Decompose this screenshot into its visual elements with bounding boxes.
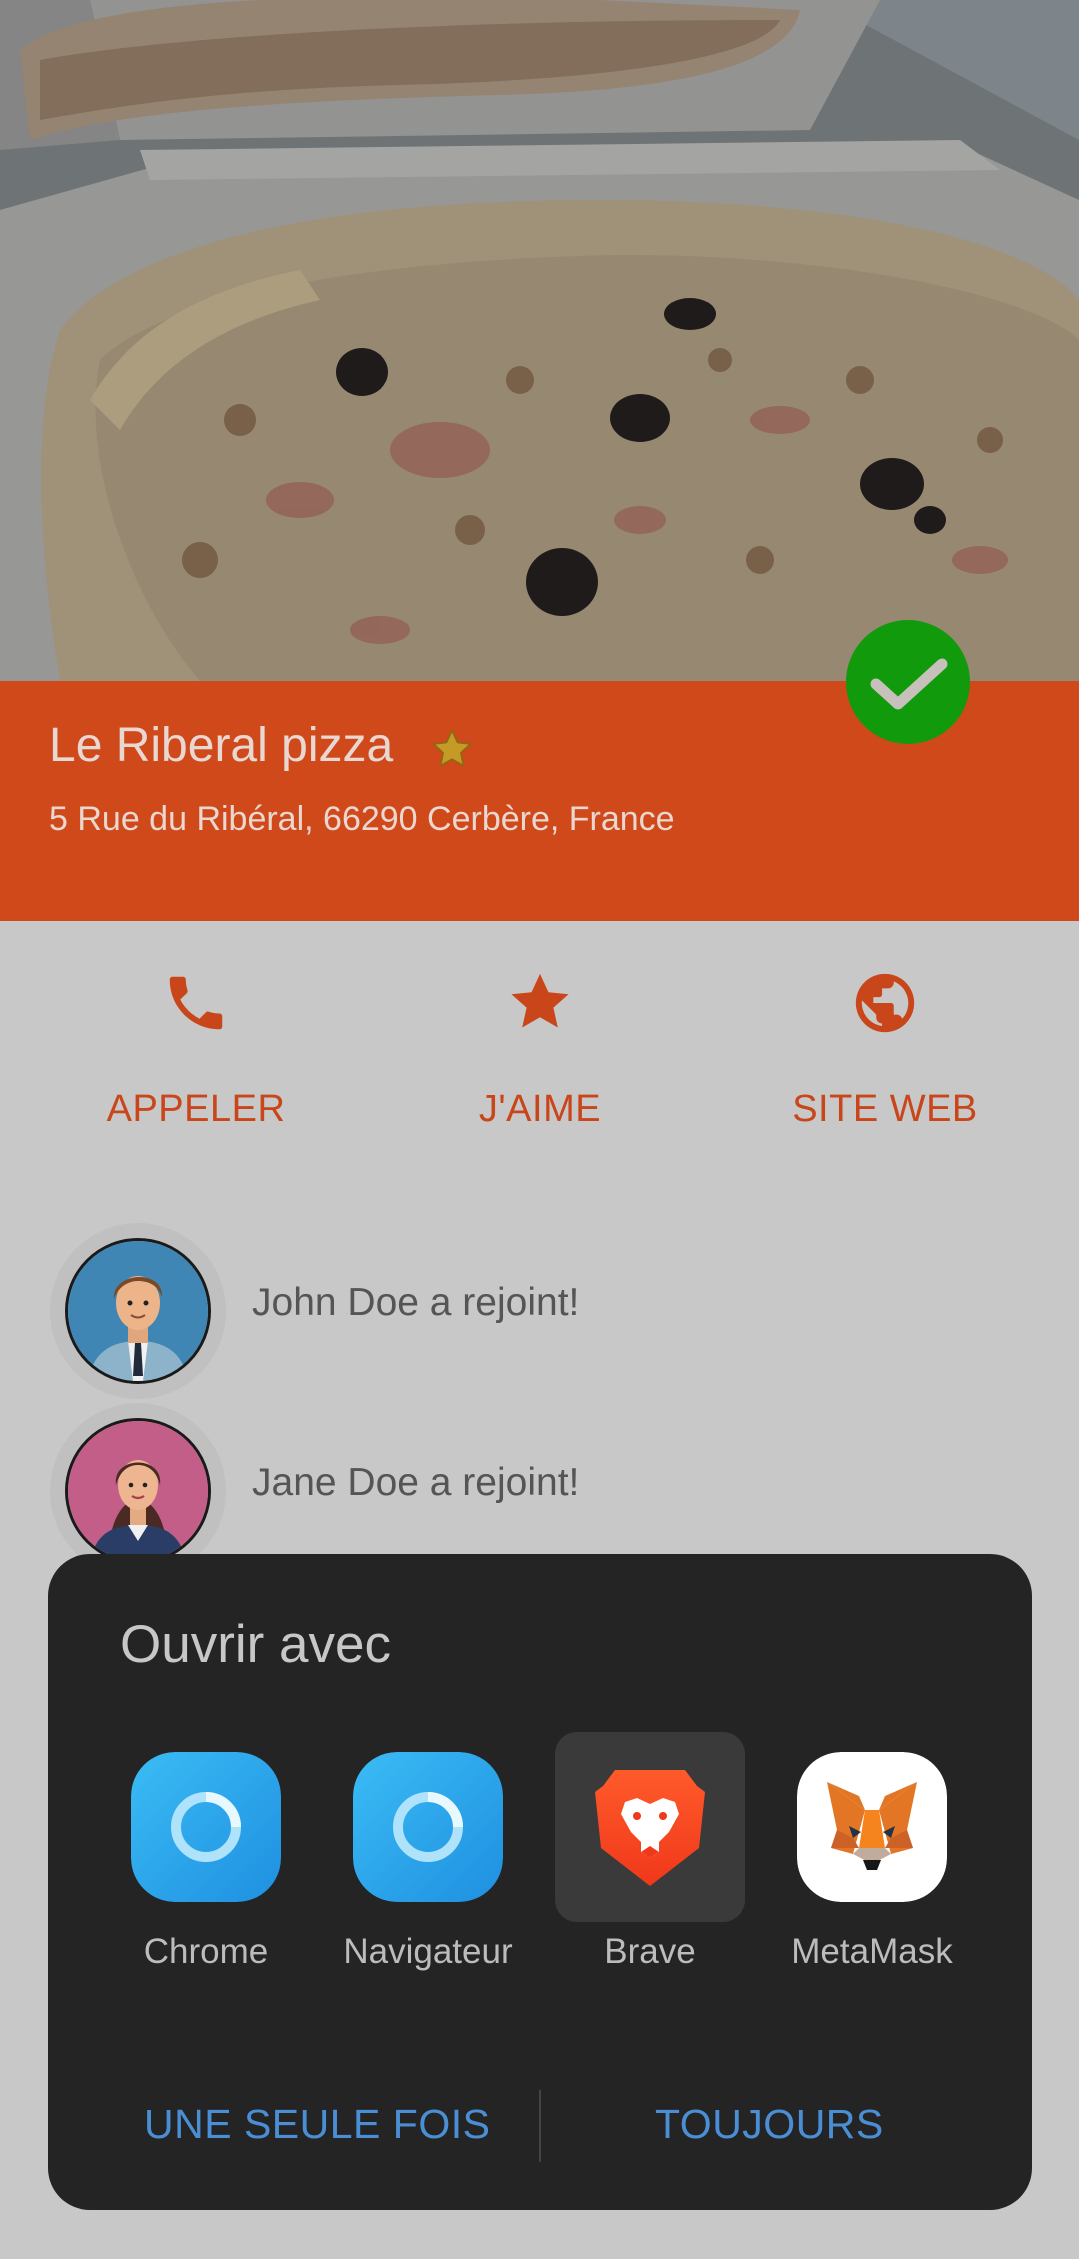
star-icon (505, 968, 575, 1038)
app-name: MetaMask (791, 1932, 953, 1971)
app-name: Chrome (143, 1932, 269, 1971)
place-address: 5 Rue du Ribéral, 66290 Cerbère, France (49, 800, 675, 838)
open-with-sheet: Ouvrir avec Chrome Navigateur Brave Meta… (48, 1554, 1032, 2210)
list-item: Jane Doe a rejoint! (50, 1403, 1050, 1579)
browser-ring-icon (131, 1752, 281, 1902)
list-item: John Doe a rejoint! (50, 1223, 1050, 1399)
app-option-chrome[interactable]: Chrome (111, 1732, 301, 1982)
like-label: J'AIME (478, 1088, 602, 1130)
app-name: Navigateur (343, 1932, 513, 1971)
just-once-button[interactable]: UNE SEULE FOIS (144, 2101, 490, 2148)
app-name: Brave (604, 1932, 696, 1971)
website-button[interactable]: SITE WEB (755, 968, 1015, 1148)
like-button[interactable]: J'AIME (410, 968, 670, 1148)
call-button[interactable]: APPELER (66, 968, 326, 1148)
app-option-metamask[interactable]: MetaMask (777, 1732, 967, 1982)
button-divider (539, 2090, 541, 2162)
call-label: APPELER (106, 1088, 286, 1130)
place-name: Le Riberal pizza (49, 719, 394, 772)
always-button[interactable]: TOUJOURS (655, 2101, 884, 2148)
avatar[interactable] (65, 1418, 211, 1564)
member-joined-text: Jane Doe a rejoint! (252, 1461, 580, 1504)
globe-icon (850, 968, 920, 1038)
website-label: SITE WEB (792, 1088, 978, 1130)
brave-lion-icon (575, 1752, 725, 1902)
member-joined-text: John Doe a rejoint! (252, 1281, 580, 1324)
browser-ring-icon (353, 1752, 503, 1902)
hero-photo (0, 0, 1079, 681)
favorite-star-icon[interactable] (429, 726, 475, 772)
app-option-brave[interactable]: Brave (555, 1732, 745, 1982)
sheet-title: Ouvrir avec (120, 1615, 391, 1674)
metamask-fox-icon (797, 1752, 947, 1902)
phone-icon (161, 968, 231, 1038)
avatar[interactable] (65, 1238, 211, 1384)
visited-check-icon[interactable] (846, 620, 970, 744)
app-option-navigateur[interactable]: Navigateur (333, 1732, 523, 1982)
